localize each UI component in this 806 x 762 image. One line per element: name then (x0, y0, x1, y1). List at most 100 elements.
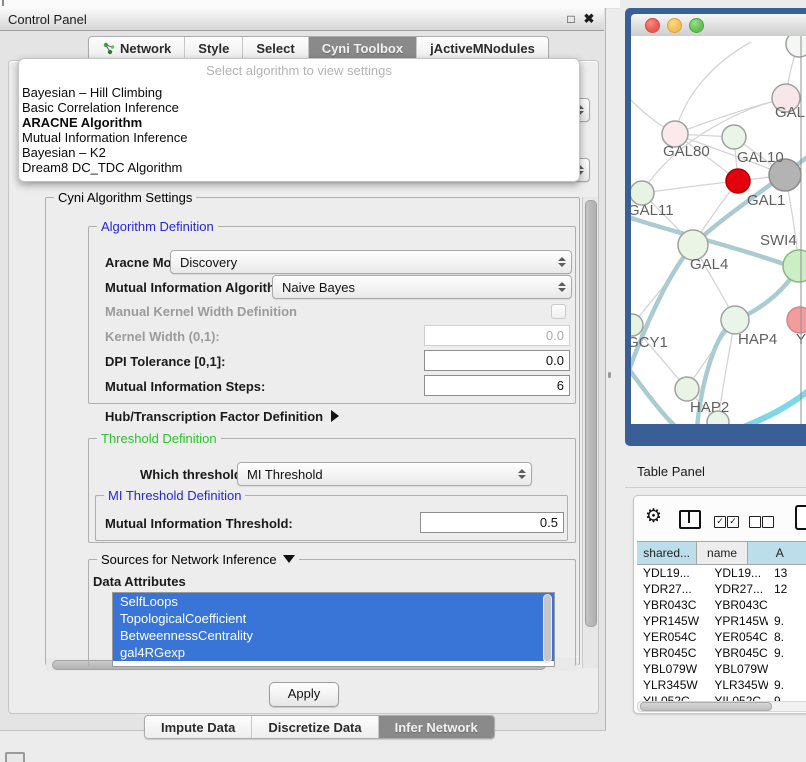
algorithm-option[interactable]: Bayesian – Hill Climbing (21, 85, 576, 100)
cell: 9. (768, 613, 806, 629)
table-panel-title: Table Panel (637, 464, 705, 479)
tab-impute-data[interactable]: Impute Data (145, 716, 252, 738)
attribute-item[interactable]: BetweennessCentrality (113, 627, 554, 644)
node-gal10[interactable] (722, 125, 746, 149)
cell: 9. (768, 645, 806, 661)
manual-kernel-width-checkbox[interactable] (551, 304, 566, 319)
column-header-shared[interactable]: shared... (637, 542, 697, 564)
node-gal1[interactable] (726, 169, 750, 193)
mi-algorithm-type-combobox[interactable]: Naive Bayes (272, 275, 572, 299)
node-table[interactable]: shared... name A YDL19... YDL19... 13 YD… (637, 541, 806, 705)
table-row[interactable]: YDR27... YDR27... 12 (637, 581, 806, 597)
checked-checkbox-icon[interactable]: ✓ (727, 516, 739, 528)
close-icon[interactable]: ✖ (582, 12, 596, 26)
cell: YLR345W (637, 677, 708, 693)
node-salmon[interactable] (787, 307, 806, 333)
mi-threshold-input[interactable]: 0.5 (420, 512, 564, 533)
zoom-traffic-light-icon[interactable] (689, 18, 704, 33)
attribute-item[interactable]: gal4RGexp (113, 644, 554, 661)
aracne-mode-combobox[interactable]: Discovery (170, 250, 572, 274)
algorithm-option-selected[interactable]: ARACNE Algorithm (21, 115, 576, 130)
node-partial-top[interactable] (786, 36, 806, 57)
tab-impute-data-label: Impute Data (161, 720, 235, 735)
kernel-width-label: Kernel Width (0,1): (105, 329, 220, 344)
attribute-list-scrollbar-thumb[interactable] (544, 595, 551, 661)
tab-cyni-toolbox[interactable]: Cyni Toolbox (309, 37, 417, 60)
dpi-tolerance-input[interactable]: 0.0 (424, 350, 570, 371)
network-window-titlebar[interactable] (631, 14, 806, 37)
top-tick (2, 0, 4, 6)
tab-style-label: Style (198, 41, 229, 56)
screen: Control Panel □ ✖ Network Style Select C… (0, 0, 806, 762)
cell: YER054C (637, 629, 708, 645)
float-window-icon[interactable]: □ (564, 12, 578, 26)
table-panel: ⚙ ✓ ✓ shared... name A YDL19... YDL19...… (633, 495, 806, 714)
tab-network-label: Network (120, 41, 171, 56)
table-row[interactable]: YBR045C YBR045C 9. (637, 645, 806, 661)
table-row[interactable]: YLR345W YLR345W 9. (637, 677, 806, 693)
tab-select[interactable]: Select (243, 37, 308, 60)
table-row[interactable]: YER054C YER054C 8. (637, 629, 806, 645)
attribute-item[interactable]: TopologicalCoefficient (113, 610, 554, 627)
algorithm-option[interactable]: Dream8 DC_TDC Algorithm (21, 160, 576, 175)
kernel-width-input[interactable]: 0.0 (424, 325, 570, 346)
cell (768, 597, 806, 613)
checked-checkbox-icon[interactable]: ✓ (714, 516, 726, 528)
sources-toggle[interactable]: Sources for Network Inference (97, 552, 299, 567)
apply-button[interactable]: Apply (269, 682, 339, 707)
network-canvas[interactable]: GAL GAL80 GAL10 GAL1 GAL11 SWI4 GAL4 GCY… (631, 36, 806, 424)
control-panel-window: Control Panel □ ✖ Network Style Select C… (0, 8, 606, 731)
unchecked-checkbox-icon[interactable] (749, 516, 761, 528)
node-label-gal11: GAL11 (631, 202, 674, 219)
table-row[interactable]: YBR043C YBR043C (637, 597, 806, 613)
network-nodes (631, 36, 806, 424)
table-horizontal-scrollbar-thumb[interactable] (640, 702, 772, 711)
algorithm-option[interactable]: Basic Correlation Inference (21, 100, 576, 115)
column-header-name[interactable]: name (697, 542, 747, 564)
gear-icon[interactable]: ⚙ (645, 507, 662, 526)
node-hap2[interactable] (675, 377, 699, 401)
settings-vertical-scrollbar[interactable] (582, 197, 598, 668)
algorithm-option[interactable]: Bayesian – K2 (21, 145, 576, 160)
node-swi4[interactable] (783, 250, 806, 282)
network-graph: GAL GAL80 GAL10 GAL1 GAL11 SWI4 GAL4 GCY… (631, 36, 806, 424)
cell: YDL19... (708, 565, 768, 581)
mi-steps-input[interactable]: 6 (424, 375, 570, 396)
which-threshold-combobox[interactable]: MI Threshold (237, 462, 532, 486)
attribute-item[interactable]: SelfLoops (113, 593, 554, 610)
column-header-partial[interactable]: A (748, 542, 806, 564)
columns-icon[interactable] (679, 510, 701, 529)
tab-jactivemnodules[interactable]: jActiveMNodules (417, 37, 548, 60)
panel-splitter-grip[interactable] (608, 372, 611, 378)
mi-threshold-label: Mutual Information Threshold: (105, 516, 293, 531)
collapsed-panel-icon[interactable] (5, 752, 25, 762)
algorithm-option[interactable]: Mutual Information Inference (21, 130, 576, 145)
minimize-traffic-light-icon[interactable] (667, 18, 682, 33)
cell: YLR345W (708, 677, 768, 693)
node-label-swi4: SWI4 (760, 232, 797, 249)
tab-network[interactable]: Network (89, 37, 185, 60)
attribute-list-scrollbar[interactable] (543, 594, 552, 663)
table-row[interactable]: YBL079W YBL079W (637, 661, 806, 677)
settings-vertical-scrollbar-thumb[interactable] (585, 200, 597, 627)
cell: YDR27... (708, 581, 768, 597)
tab-style[interactable]: Style (185, 37, 243, 60)
unchecked-checkbox-icon[interactable] (762, 516, 774, 528)
data-attributes-list[interactable]: SelfLoops TopologicalCoefficient Between… (112, 592, 555, 667)
hub-definition-toggle[interactable]: Hub/Transcription Factor Definition (105, 409, 339, 424)
table-horizontal-scrollbar[interactable] (637, 701, 806, 712)
manual-kernel-width-label: Manual Kernel Width Definition (105, 304, 297, 319)
cell: YDL19... (637, 565, 708, 581)
node-hap4[interactable] (721, 306, 749, 334)
document-icon[interactable] (795, 505, 806, 530)
threshold-definition-title: Threshold Definition (97, 431, 221, 446)
tab-select-label: Select (256, 41, 294, 56)
close-traffic-light-icon[interactable] (645, 18, 660, 33)
cell: 13 (768, 565, 806, 581)
tab-discretize-data[interactable]: Discretize Data (252, 716, 378, 738)
table-row[interactable]: YPR145W YPR145W 9. (637, 613, 806, 629)
cell: YPR145W (637, 613, 708, 629)
tab-infer-network[interactable]: Infer Network (379, 716, 494, 738)
tab-jactivemnodules-label: jActiveMNodules (430, 41, 535, 56)
table-row[interactable]: YDL19... YDL19... 13 (637, 565, 806, 581)
